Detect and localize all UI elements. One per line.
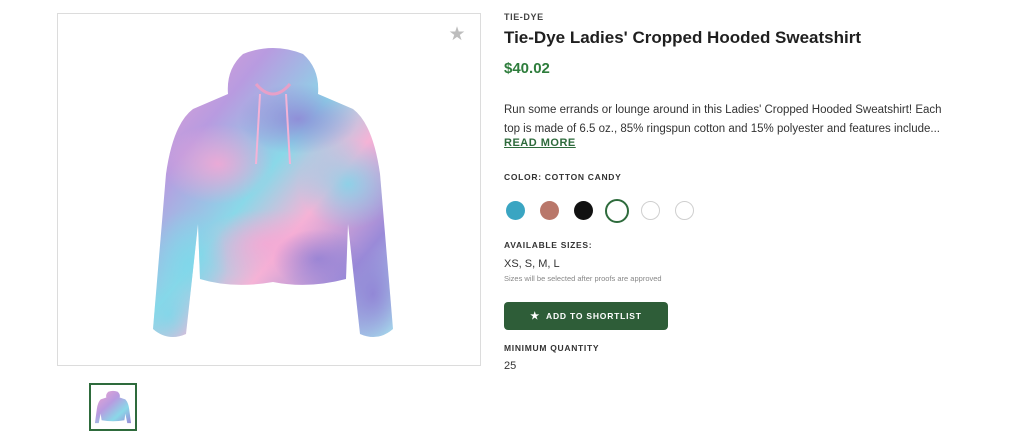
swatch-teal[interactable] <box>506 201 525 220</box>
product-title: Tie-Dye Ladies' Cropped Hooded Sweatshir… <box>504 28 862 47</box>
product-price: $40.02 <box>504 60 550 77</box>
favorite-star-icon[interactable]: ★ <box>448 25 466 44</box>
sizes-label: AVAILABLE SIZES: <box>504 240 593 250</box>
swatch-white-2[interactable] <box>675 201 694 220</box>
thumbnail-image <box>94 390 132 424</box>
shortlist-button-label: ADD TO SHORTLIST <box>546 311 642 321</box>
swatch-white[interactable] <box>641 201 660 220</box>
product-description: Run some errands or lounge around in thi… <box>504 101 956 139</box>
sizes-value: XS, S, M, L <box>504 258 560 270</box>
star-icon: ★ <box>530 310 540 322</box>
swatch-rose-brown[interactable] <box>540 201 559 220</box>
sizes-note: Sizes will be selected after proofs are … <box>504 274 662 283</box>
product-category: TIE-DYE <box>504 12 544 22</box>
color-label: COLOR: COTTON CANDY <box>504 172 622 182</box>
read-more-link[interactable]: READ MORE <box>504 137 576 149</box>
product-image-frame: ★ <box>57 13 481 366</box>
add-to-shortlist-button[interactable]: ★ ADD TO SHORTLIST <box>504 302 668 330</box>
minimum-quantity-label: MINIMUM QUANTITY <box>504 343 600 353</box>
product-thumbnail[interactable] <box>89 383 137 431</box>
swatch-black[interactable] <box>574 201 593 220</box>
swatch-cotton-candy[interactable] <box>605 199 629 223</box>
product-image <box>153 48 393 338</box>
description-line: Run some errands or lounge around in thi… <box>504 104 942 116</box>
minimum-quantity-value: 25 <box>504 360 517 372</box>
